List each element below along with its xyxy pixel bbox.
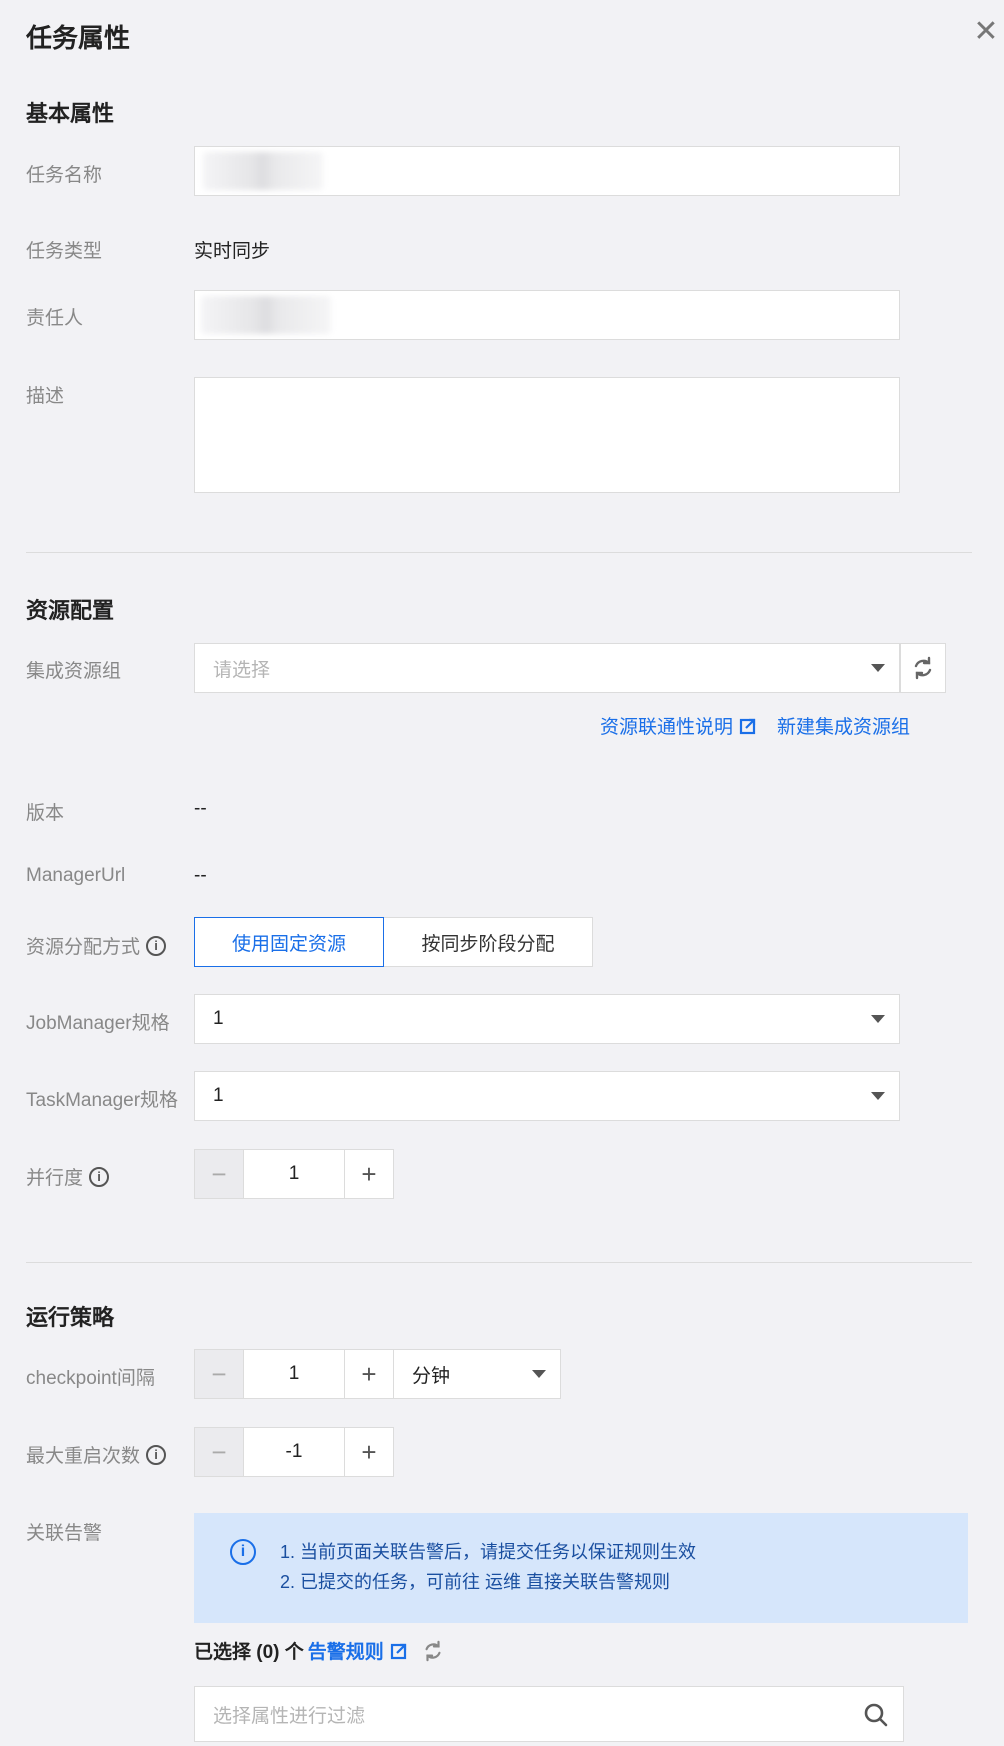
selected-alarm-rules: 已选择 (0) 个 告警规则 xyxy=(194,1637,444,1664)
max-restart-label: 最大重启次数 i xyxy=(26,1441,167,1468)
decrement-button[interactable]: − xyxy=(194,1427,244,1477)
decrement-button[interactable]: − xyxy=(194,1349,244,1399)
section-title-basic: 基本属性 xyxy=(26,101,115,126)
task-type-value: 实时同步 xyxy=(194,241,271,262)
description-textarea[interactable] xyxy=(194,377,900,493)
refresh-resource-group-button[interactable] xyxy=(900,643,946,693)
divider xyxy=(26,1262,972,1263)
chevron-down-icon xyxy=(871,1092,885,1100)
info-icon[interactable]: i xyxy=(146,1444,167,1465)
parallelism-label-text: 并行度 xyxy=(26,1168,84,1189)
parallelism-value[interactable]: 1 xyxy=(244,1149,344,1199)
resource-group-label: 集成资源组 xyxy=(26,661,122,682)
notice-line-2: 2. 已提交的任务，可前往 运维 直接关联告警规则 xyxy=(280,1572,671,1592)
max-restart-stepper: − -1 + xyxy=(194,1427,394,1477)
info-icon[interactable]: i xyxy=(89,1166,110,1187)
close-icon[interactable]: ✕ xyxy=(972,17,1000,47)
info-icon[interactable]: i xyxy=(146,935,167,956)
max-restart-label-text: 最大重启次数 xyxy=(26,1446,141,1467)
parallelism-label: 并行度 i xyxy=(26,1163,110,1190)
refresh-icon[interactable] xyxy=(422,1640,444,1662)
parallelism-stepper: − 1 + xyxy=(194,1149,394,1199)
task-manager-select[interactable]: 1 xyxy=(194,1071,900,1121)
alloc-option-by-stage[interactable]: 按同步阶段分配 xyxy=(384,917,593,967)
job-manager-select[interactable]: 1 xyxy=(194,994,900,1044)
task-name-label: 任务名称 xyxy=(26,165,103,186)
checkpoint-unit-select[interactable]: 分钟 xyxy=(393,1349,561,1399)
checkpoint-value[interactable]: 1 xyxy=(244,1349,344,1399)
notice-line-1: 1. 当前页面关联告警后，请提交任务以保证规则生效 xyxy=(280,1542,697,1562)
alarm-rules-link[interactable]: 告警规则 xyxy=(308,1637,408,1664)
increment-button[interactable]: + xyxy=(344,1427,394,1477)
increment-button[interactable]: + xyxy=(344,1349,394,1399)
decrement-button[interactable]: − xyxy=(194,1149,244,1199)
panel-title: 任务属性 xyxy=(26,23,131,53)
task-manager-label: TaskManager规格 xyxy=(26,1090,179,1111)
alarm-label: 关联告警 xyxy=(26,1523,103,1544)
external-link-icon xyxy=(739,718,756,734)
task-type-label: 任务类型 xyxy=(26,241,103,262)
checkpoint-stepper: − 1 + xyxy=(194,1349,394,1399)
description-label: 描述 xyxy=(26,386,65,407)
redacted-value xyxy=(203,152,323,190)
max-restart-value[interactable]: -1 xyxy=(244,1427,344,1477)
owner-input[interactable] xyxy=(194,290,900,340)
increment-button[interactable]: + xyxy=(344,1149,394,1199)
checkpoint-label: checkpoint间隔 xyxy=(26,1368,155,1389)
version-value: -- xyxy=(194,798,207,819)
resource-links: 资源联通性说明 新建集成资源组 xyxy=(600,712,910,739)
chevron-down-icon xyxy=(871,664,885,672)
external-link-icon xyxy=(390,1643,406,1659)
alloc-option-fixed[interactable]: 使用固定资源 xyxy=(194,917,384,967)
manager-url-value: -- xyxy=(194,865,207,886)
job-manager-value: 1 xyxy=(213,1008,224,1029)
task-name-input[interactable] xyxy=(194,146,900,196)
alarm-rules-link-label: 告警规则 xyxy=(307,1642,384,1663)
resource-group-select[interactable]: 请选择 xyxy=(194,643,900,693)
selected-count-text: 已选择 (0) 个 xyxy=(194,1642,304,1663)
alloc-segmented-control: 使用固定资源 按同步阶段分配 xyxy=(194,917,593,967)
section-title-resource: 资源配置 xyxy=(26,598,115,623)
new-resource-group-link[interactable]: 新建集成资源组 xyxy=(777,712,910,739)
alloc-label: 资源分配方式 i xyxy=(26,932,167,959)
owner-label: 责任人 xyxy=(26,308,84,329)
connectivity-doc-link[interactable]: 资源联通性说明 xyxy=(600,712,757,739)
chevron-down-icon xyxy=(532,1370,546,1378)
alarm-filter-input[interactable]: 选择属性进行过滤 xyxy=(194,1686,904,1742)
checkpoint-unit-value: 分钟 xyxy=(412,1365,451,1387)
task-manager-value: 1 xyxy=(213,1085,224,1106)
connectivity-doc-link-label: 资源联通性说明 xyxy=(600,717,734,738)
job-manager-label: JobManager规格 xyxy=(26,1013,170,1034)
redacted-value xyxy=(201,296,331,334)
alarm-notice: i 1. 当前页面关联告警后，请提交任务以保证规则生效 2. 已提交的任务，可前… xyxy=(194,1513,968,1623)
resource-group-placeholder: 请选择 xyxy=(213,659,271,681)
divider xyxy=(26,552,972,553)
manager-url-label: ManagerUrl xyxy=(26,865,126,886)
chevron-down-icon xyxy=(871,1015,885,1023)
version-label: 版本 xyxy=(26,803,65,824)
alloc-label-text: 资源分配方式 xyxy=(26,937,141,958)
info-icon: i xyxy=(230,1539,256,1565)
refresh-icon xyxy=(914,656,932,680)
search-icon[interactable] xyxy=(863,1702,889,1728)
section-title-policy: 运行策略 xyxy=(26,1305,115,1330)
filter-placeholder: 选择属性进行过滤 xyxy=(213,1705,366,1727)
